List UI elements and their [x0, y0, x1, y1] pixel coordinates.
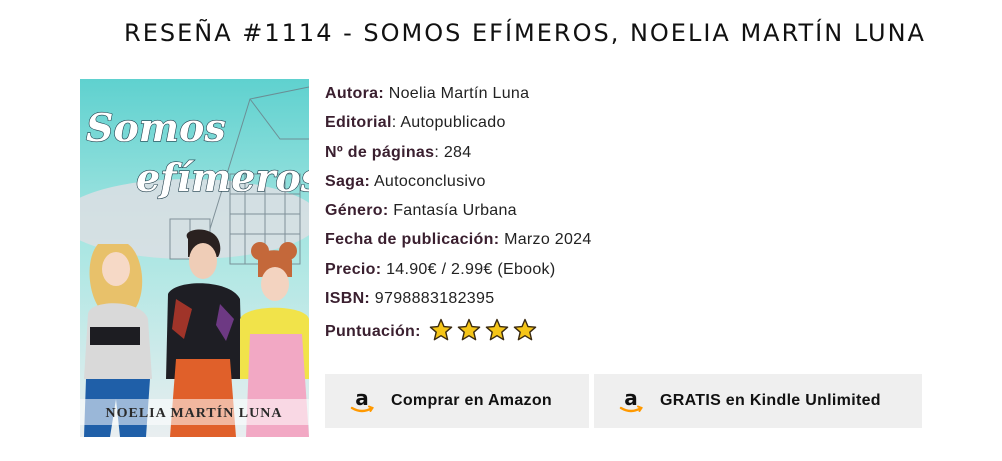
- cover-author: NOELIA MARTÍN LUNA: [106, 404, 283, 421]
- page-title: RESEÑA #1114 - SOMOS EFÍMEROS, NOELIA MA…: [124, 19, 926, 47]
- kindle-unlimited-button[interactable]: a GRATIS en Kindle Unlimited: [594, 374, 922, 428]
- rating-stars: [429, 318, 541, 347]
- detail-value: Marzo 2024: [499, 231, 592, 249]
- detail-value: Fantasía Urbana: [388, 202, 517, 220]
- svg-text:a: a: [624, 387, 638, 410]
- detail-label: Saga:: [325, 172, 371, 190]
- detail-label: Nº de páginas: [325, 143, 435, 161]
- detail-publication-date: Fecha de publicación: Marzo 2024: [325, 230, 925, 259]
- detail-label: Editorial: [325, 114, 392, 132]
- star-icon: [485, 318, 509, 340]
- book-cover-illustration: Somos efímeros NOELIA MARTÍN LUNA: [80, 79, 309, 437]
- detail-publisher: Editorial: Autopublicado: [325, 113, 925, 142]
- star-icon: [513, 318, 537, 340]
- rating: Puntuación:: [325, 318, 541, 346]
- detail-author: Autora: Noelia Martín Luna: [325, 84, 925, 113]
- detail-pages: Nº de páginas: 284: [325, 143, 925, 172]
- detail-value: : 284: [434, 143, 472, 161]
- kindle-unlimited-label: GRATIS en Kindle Unlimited: [660, 392, 881, 409]
- rating-label: Puntuación:: [325, 323, 421, 340]
- book-details: Autora: Noelia Martín Luna Editorial: Au…: [325, 84, 925, 318]
- buy-amazon-button[interactable]: a Comprar en Amazon: [325, 374, 589, 428]
- detail-value: : Autopublicado: [391, 114, 506, 132]
- detail-value: Noelia Martín Luna: [383, 85, 530, 102]
- detail-value: Autoconclusivo: [370, 172, 486, 190]
- buy-amazon-label: Comprar en Amazon: [391, 392, 552, 409]
- detail-label: Fecha de publicación:: [325, 231, 500, 249]
- detail-label: Autora:: [325, 85, 384, 102]
- detail-value: 9798883182395: [370, 290, 495, 308]
- detail-label: ISBN:: [325, 290, 371, 308]
- cover-title-line2: efímeros: [136, 155, 309, 200]
- book-cover: Somos efímeros NOELIA MARTÍN LUNA: [80, 79, 309, 437]
- amazon-logo-icon: a: [618, 386, 644, 415]
- svg-text:a: a: [355, 387, 369, 410]
- detail-label: Género:: [325, 202, 389, 220]
- amazon-logo-icon: a: [349, 386, 375, 415]
- star-icon: [457, 318, 481, 340]
- detail-price: Precio: 14.90€ / 2.99€ (Ebook): [325, 260, 925, 289]
- detail-isbn: ISBN: 9798883182395: [325, 289, 925, 318]
- detail-value: 14.90€ / 2.99€ (Ebook): [381, 260, 556, 278]
- cover-title-line1: Somos: [86, 105, 226, 150]
- star-icon: [429, 318, 453, 340]
- detail-series: Saga: Autoconclusivo: [325, 172, 925, 201]
- detail-genre: Género: Fantasía Urbana: [325, 201, 925, 230]
- detail-label: Precio:: [325, 260, 382, 278]
